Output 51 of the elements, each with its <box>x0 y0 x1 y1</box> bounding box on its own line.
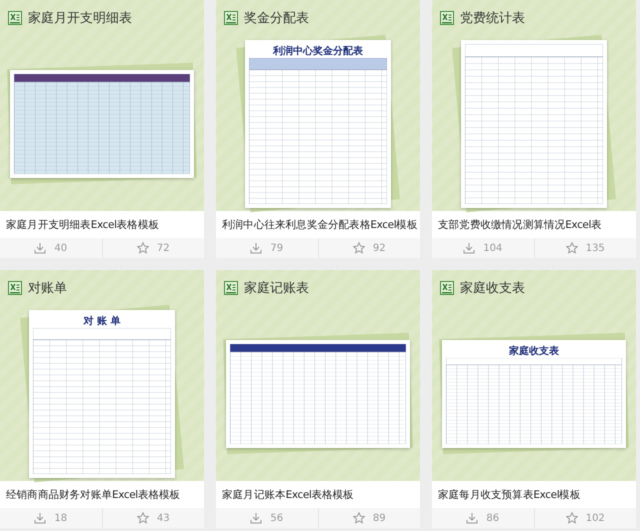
template-title[interactable]: 家庭每月收支预算表Excel模板 <box>438 488 580 502</box>
template-card[interactable]: 家庭收支表 家庭收支表 家庭每月收支预算表Excel模板 86 102 <box>432 270 636 528</box>
preview-title: 利润中心奖金分配表 <box>272 44 364 58</box>
download-count: 86 <box>486 512 500 524</box>
category-title: 家庭记账表 <box>244 280 309 297</box>
category-title: 对账单 <box>28 280 67 297</box>
template-title[interactable]: 家庭月开支明细表Excel表格模板 <box>6 218 160 232</box>
favorite-count: 72 <box>156 242 170 254</box>
preview-title: 对 账 单 <box>82 314 122 328</box>
download-icon[interactable] <box>34 242 46 254</box>
star-icon[interactable] <box>352 512 365 524</box>
category-title: 党费统计表 <box>460 10 525 27</box>
download-icon[interactable] <box>463 242 476 254</box>
template-card[interactable]: 奖金分配表 利润中心奖金分配表 利润中心往来利息奖金分配表格Excel模板 79 92 <box>216 0 420 258</box>
download-count: 18 <box>54 512 68 524</box>
spreadsheet-file-icon <box>8 11 22 25</box>
template-card[interactable]: 家庭记账表 家庭月记账本Excel表格模板 56 89 <box>216 270 420 528</box>
template-card[interactable]: 党费统计表 支部党费收缴情况测算情况Excel表 104 135 <box>432 0 636 258</box>
spreadsheet-file-icon <box>8 281 22 295</box>
download-count: 104 <box>483 242 502 254</box>
download-icon[interactable] <box>34 512 46 524</box>
favorite-count: 102 <box>586 512 605 524</box>
star-icon[interactable] <box>566 242 578 254</box>
star-icon[interactable] <box>352 242 365 254</box>
spreadsheet-file-icon <box>440 11 454 25</box>
star-icon[interactable] <box>566 512 578 524</box>
favorite-count: 92 <box>372 242 386 254</box>
template-card[interactable]: 对账单 对 账 单 经销商商品财务对账单Excel表格模板 18 43 <box>0 270 204 528</box>
template-title[interactable]: 支部党费收缴情况测算情况Excel表 <box>438 218 602 232</box>
spreadsheet-file-icon <box>440 281 454 295</box>
template-title[interactable]: 经销商商品财务对账单Excel表格模板 <box>6 488 180 502</box>
template-title[interactable]: 家庭月记账本Excel表格模板 <box>222 488 354 502</box>
spreadsheet-file-icon <box>224 281 238 295</box>
download-count: 40 <box>54 242 68 254</box>
star-icon[interactable] <box>136 242 149 254</box>
template-title[interactable]: 利润中心往来利息奖金分配表格Excel模板 <box>222 218 418 232</box>
star-icon[interactable] <box>136 512 149 524</box>
download-icon[interactable] <box>250 242 262 254</box>
preview-title: 家庭收支表 <box>508 344 560 358</box>
favorite-count: 43 <box>156 512 170 524</box>
spreadsheet-file-icon <box>224 11 238 25</box>
category-title: 奖金分配表 <box>244 10 309 27</box>
favorite-count: 135 <box>586 242 605 254</box>
category-title: 家庭月开支明细表 <box>28 10 132 27</box>
download-count: 56 <box>270 512 284 524</box>
category-title: 家庭收支表 <box>460 280 525 297</box>
favorite-count: 89 <box>372 512 386 524</box>
template-card[interactable]: 家庭月开支明细表 家庭月开支明细表Excel表格模板 40 72 <box>0 0 204 258</box>
download-count: 79 <box>270 242 284 254</box>
download-icon[interactable] <box>250 512 262 524</box>
download-icon[interactable] <box>466 512 478 524</box>
